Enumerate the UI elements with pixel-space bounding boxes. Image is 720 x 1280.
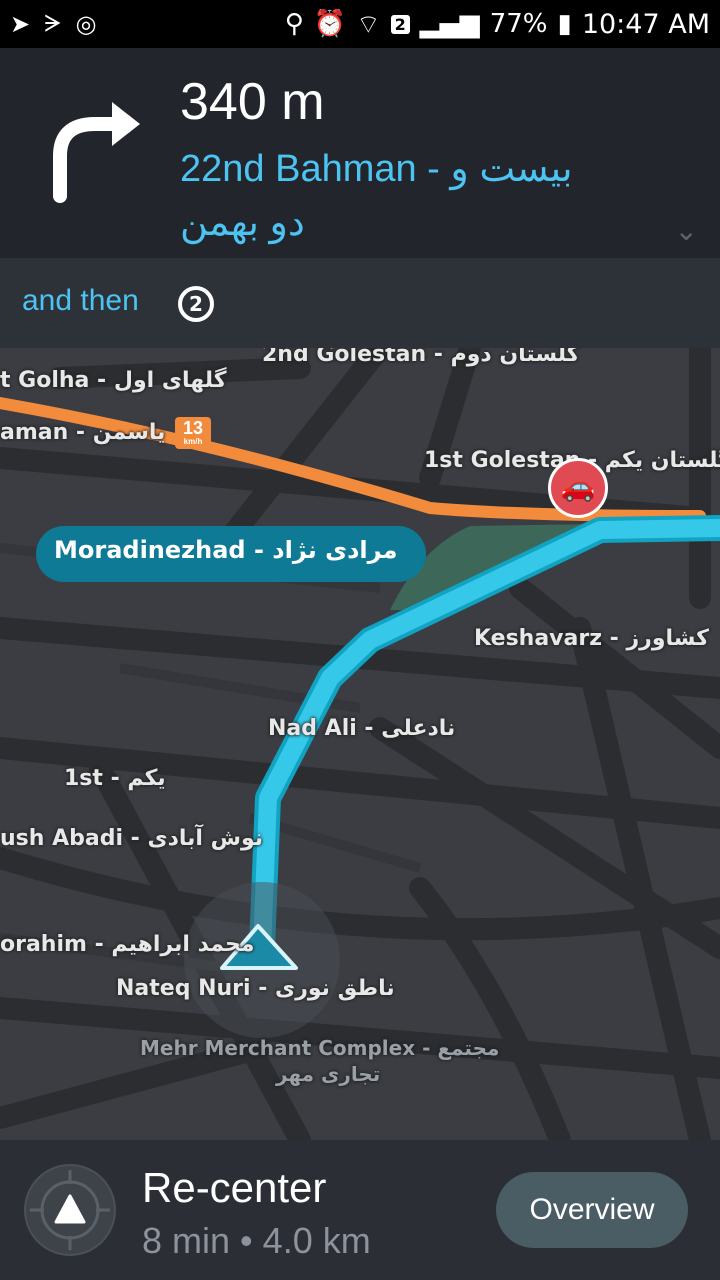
signal-icon: ▂▄▆ xyxy=(419,9,480,39)
recenter-button[interactable] xyxy=(24,1164,116,1256)
battery-icon: ▮ xyxy=(557,9,572,39)
sim-badge: 2 xyxy=(390,14,410,34)
overview-button[interactable]: Overview xyxy=(496,1172,688,1248)
traffic-jam-icon[interactable]: 🚗 xyxy=(548,458,608,518)
chevron-down-icon[interactable]: ⌄ xyxy=(675,214,698,247)
sync-icon: ◎ xyxy=(75,10,97,38)
street-label: orahim - محمد ابراهیم xyxy=(0,932,255,957)
speed-limit-unit: km/h xyxy=(183,437,203,446)
recenter-label[interactable]: Re-center xyxy=(142,1164,326,1212)
route-street-callout[interactable]: Moradinezhad - مرادی نژاد xyxy=(36,526,426,582)
turn-instruction-panel[interactable]: 340 m 22nd Bahman - بیست و دو بهمن ⌄ xyxy=(0,48,720,258)
turn-distance: 340 m xyxy=(180,73,325,131)
and-then-label: and then xyxy=(22,284,139,317)
poi-label: Mehr Merchant Complex - مجتمع xyxy=(140,1036,500,1060)
speed-limit-value: 13 xyxy=(182,418,204,438)
turn-street-name: 22nd Bahman - بیست و دو بهمن xyxy=(180,148,573,244)
roundabout-exit-icon: 2 xyxy=(178,286,214,322)
eta-summary: 8 min • 4.0 km xyxy=(142,1220,371,1262)
street-label: Keshavarz - کشاورز xyxy=(474,626,709,651)
clock: 10:47 AM xyxy=(581,8,710,40)
map-view[interactable]: 13 km/h 2nd Golestan - گلستان دوم t Golh… xyxy=(0,348,720,1140)
eta-separator: • xyxy=(240,1220,253,1261)
street-label: t Golha - گلهای اول xyxy=(0,368,227,393)
bottom-bar: Re-center 8 min • 4.0 km Overview xyxy=(0,1140,720,1280)
telegram-icon: ➤ xyxy=(10,10,31,38)
eta-distance: 4.0 km xyxy=(262,1220,371,1261)
next-instruction-bar[interactable]: and then xyxy=(0,258,720,348)
compass-icon xyxy=(30,1170,110,1250)
roundabout-exit-number: 2 xyxy=(189,292,203,316)
hotspot-icon: ᗒ xyxy=(44,10,62,38)
status-bar: ➤ ᗒ ◎ ⚲ ⏰ ⌔ 2 ▂▄▆ 77% ▮ 10:47 AM xyxy=(0,0,720,48)
eta-time: 8 min xyxy=(142,1220,231,1261)
street-label: Nateq Nuri - ناطق نوری xyxy=(116,976,395,1001)
street-label: 1st - یکم xyxy=(64,766,166,791)
battery-percent: 77% xyxy=(489,9,548,39)
street-label: Nad Ali - نادعلی xyxy=(268,716,456,741)
speed-limit-sign: 13 km/h xyxy=(175,417,211,449)
street-label: aman - یاسمن xyxy=(0,420,166,445)
wifi-icon: ⌔ xyxy=(356,9,381,40)
alarm-icon: ⏰ xyxy=(313,9,347,39)
street-label: ush Abadi - نوش آبادی xyxy=(0,826,264,851)
poi-label-line2: تجاری مهر xyxy=(276,1062,381,1086)
turn-right-icon xyxy=(53,102,140,203)
location-icon: ⚲ xyxy=(284,9,304,39)
street-label: 2nd Golestan - گلستان دوم xyxy=(262,348,580,367)
